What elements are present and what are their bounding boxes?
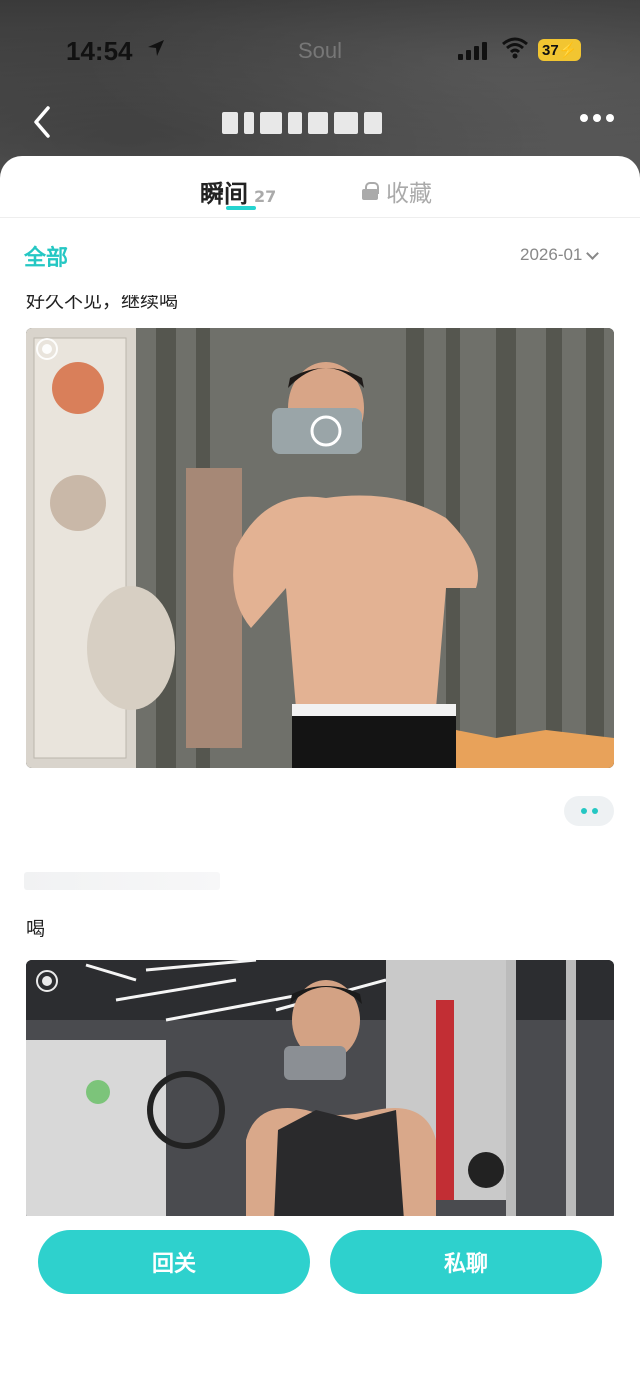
action-bar: 回关 私聊 [0,1216,640,1391]
post-text: 好久不见，继续喝 [26,290,179,312]
post-text: 喝 [26,918,46,940]
mirror-selfie-photo [26,328,614,768]
battery-level: 37 [542,41,559,59]
content-sheet: 瞬间 27 收藏 全部 2026-01 好久不见，继续喝 喝 回关 私聊 [0,156,640,1391]
more-icon[interactable] [580,114,614,122]
tab-favorites[interactable]: 收藏 [362,174,432,208]
status-app-label: Soul [298,38,343,63]
profile-name-redacted [222,108,418,138]
wifi-icon [502,37,528,59]
post-photo[interactable] [26,328,614,768]
chevron-down-icon [586,246,600,260]
lock-icon [362,182,379,200]
signal-icon [458,40,487,60]
live-photo-icon [36,970,58,992]
tab-moments[interactable]: 瞬间 27 [200,174,276,209]
gym-selfie-photo [26,960,614,1220]
battery-indicator: 37 ⚡ [538,39,582,61]
date-picker[interactable]: 2026-01 [520,245,600,265]
location-arrow-icon [148,40,164,56]
status-time: 14:54 [66,35,133,66]
status-bar: 14:54 Soul 37 ⚡ [0,28,640,74]
post-photo[interactable] [26,960,614,1220]
more-options-button[interactable] [564,796,614,826]
tab-bar: 瞬间 27 收藏 [0,156,640,218]
tab-favorites-label: 收藏 [386,181,432,207]
follow-back-button[interactable]: 回关 [38,1230,310,1294]
date-value: 2026-01 [520,245,583,264]
filter-all[interactable]: 全部 [24,240,68,272]
tab-active-indicator [226,206,256,210]
back-chevron-icon[interactable] [28,104,56,140]
live-photo-icon [36,338,58,360]
tab-moments-label: 瞬间 [200,180,248,208]
redacted-text [24,872,220,890]
tab-moments-count: 27 [254,187,277,206]
private-chat-button[interactable]: 私聊 [330,1230,602,1294]
charging-icon: ⚡ [558,42,578,59]
